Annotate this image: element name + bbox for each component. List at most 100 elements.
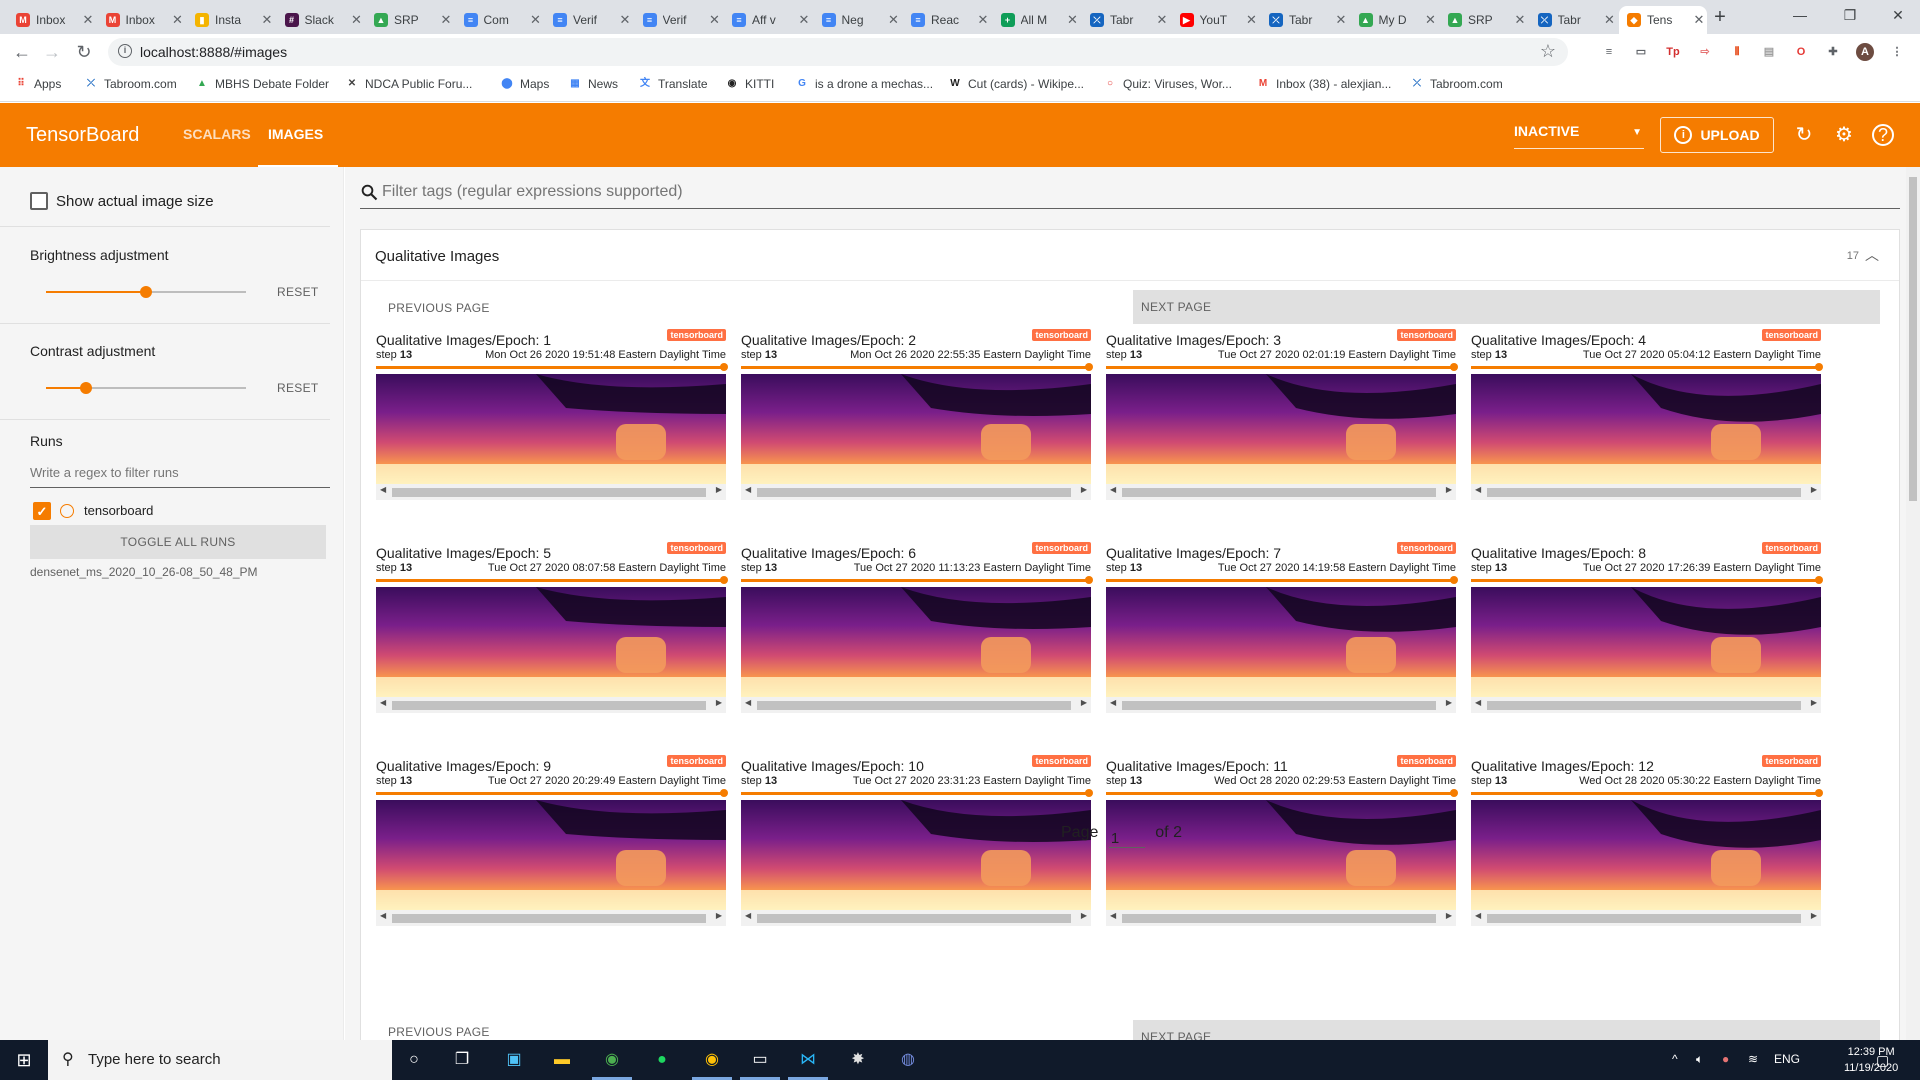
tab-close-icon[interactable]: ✕ — [1244, 12, 1260, 28]
image-horizontal-scrollbar[interactable]: ◀ ▶ — [741, 484, 1091, 500]
step-slider[interactable] — [1106, 363, 1458, 371]
volume-icon[interactable]: 🔈︎ — [1696, 1052, 1703, 1067]
image-horizontal-scrollbar[interactable]: ◀ ▶ — [1106, 910, 1456, 926]
tab-close-icon[interactable]: ✕ — [886, 12, 902, 28]
browser-tab[interactable]: ≡ Verif ✕ — [545, 6, 633, 34]
scroll-right-icon[interactable]: ▶ — [1081, 698, 1087, 707]
extensions-puzzle-icon[interactable]: ✚ — [1824, 43, 1842, 61]
store-icon[interactable]: ▣ — [502, 1048, 526, 1072]
scrollbar-thumb[interactable] — [757, 701, 1071, 710]
scrollbar-thumb[interactable] — [1122, 914, 1436, 923]
cortana-icon[interactable]: ○ — [402, 1048, 426, 1072]
bookmark-item[interactable]: ○ Quiz: Viruses, Wor... — [1103, 77, 1232, 91]
scroll-left-icon[interactable]: ◀ — [1475, 698, 1481, 707]
tab-close-icon[interactable]: ✕ — [707, 12, 723, 28]
browser-tab[interactable]: ≡ Neg ✕ — [814, 6, 902, 34]
step-slider[interactable] — [1106, 789, 1458, 797]
reading-list-icon[interactable]: ≡ — [1600, 43, 1618, 61]
browser-tab[interactable]: ⤫ Tabr ✕ — [1530, 6, 1618, 34]
step-slider-thumb[interactable] — [1450, 363, 1458, 371]
scroll-right-icon[interactable]: ▶ — [1811, 485, 1817, 494]
show-actual-size-checkbox[interactable] — [30, 192, 48, 210]
browser-tab[interactable]: ≡ Verif ✕ — [635, 6, 723, 34]
image-horizontal-scrollbar[interactable]: ◀ ▶ — [1106, 484, 1456, 500]
bookmark-item[interactable]: ⤫ Tabroom.com — [1410, 77, 1503, 91]
tag-filter-input[interactable]: Filter tags (regular expressions support… — [360, 183, 1900, 209]
bookmark-item[interactable]: ▲ MBHS Debate Folder — [195, 77, 329, 91]
browser-tab[interactable]: ⤫ Tabr ✕ — [1261, 6, 1349, 34]
file-explorer-icon[interactable]: ▬ — [550, 1048, 574, 1072]
browser-tab[interactable]: M Inbox ✕ — [98, 6, 186, 34]
brightness-slider-thumb[interactable] — [140, 286, 152, 298]
step-slider[interactable] — [1471, 363, 1823, 371]
image-horizontal-scrollbar[interactable]: ◀ ▶ — [376, 484, 726, 500]
tab-close-icon[interactable]: ✕ — [80, 12, 96, 28]
scroll-left-icon[interactable]: ◀ — [380, 485, 386, 494]
browser-tab[interactable]: ▶ YouT ✕ — [1172, 6, 1260, 34]
chrome-menu-icon[interactable]: ⋮ — [1888, 43, 1906, 61]
spider-icon[interactable]: ✸ — [846, 1048, 870, 1072]
contrast-reset-button[interactable]: RESET — [277, 381, 319, 395]
scroll-left-icon[interactable]: ◀ — [1110, 698, 1116, 707]
step-slider-thumb[interactable] — [1085, 576, 1093, 584]
tp-extension-icon[interactable]: Tp — [1664, 43, 1682, 61]
scrollbar-thumb[interactable] — [757, 914, 1071, 923]
wifi-icon[interactable]: ≋ — [1748, 1052, 1758, 1066]
scroll-right-icon[interactable]: ▶ — [716, 485, 722, 494]
upload-button[interactable]: i UPLOAD — [1660, 117, 1774, 153]
scroll-right-icon[interactable]: ▶ — [1446, 698, 1452, 707]
tab-close-icon[interactable]: ✕ — [1602, 12, 1618, 28]
scroll-left-icon[interactable]: ◀ — [745, 698, 751, 707]
inactive-plugins-dropdown[interactable]: INACTIVE ▼ — [1514, 123, 1644, 149]
step-slider[interactable] — [1471, 789, 1823, 797]
vscode-icon[interactable]: ⋈ — [796, 1048, 820, 1072]
image-horizontal-scrollbar[interactable]: ◀ ▶ — [1471, 910, 1821, 926]
scroll-right-icon[interactable]: ▶ — [1081, 485, 1087, 494]
bookmark-item[interactable]: ▦ News — [568, 77, 618, 91]
scroll-left-icon[interactable]: ◀ — [380, 911, 386, 920]
step-slider[interactable] — [741, 576, 1093, 584]
scroll-right-icon[interactable]: ▶ — [1446, 485, 1452, 494]
tab-scalars[interactable]: SCALARS — [183, 126, 251, 142]
scroll-right-icon[interactable]: ▶ — [1081, 911, 1087, 920]
tab-close-icon[interactable]: ✕ — [349, 12, 365, 28]
previous-page-button[interactable]: PREVIOUS PAGE — [388, 301, 490, 315]
scroll-left-icon[interactable]: ◀ — [1110, 911, 1116, 920]
chrome-icon-2[interactable]: ◉ — [700, 1048, 724, 1072]
next-page-button[interactable]: NEXT PAGE — [1133, 290, 1880, 324]
bookmark-item[interactable]: 文 Translate — [638, 77, 708, 91]
step-slider[interactable] — [376, 576, 728, 584]
step-slider[interactable] — [1106, 576, 1458, 584]
next-page-button-bottom[interactable]: NEXT PAGE — [1133, 1020, 1880, 1040]
extension-gray-icon[interactable]: ▤ — [1760, 43, 1778, 61]
help-icon[interactable]: ? — [1872, 124, 1894, 146]
back-icon[interactable]: ← — [10, 40, 34, 64]
image-horizontal-scrollbar[interactable]: ◀ ▶ — [376, 910, 726, 926]
image-horizontal-scrollbar[interactable]: ◀ ▶ — [741, 697, 1091, 713]
scroll-left-icon[interactable]: ◀ — [1110, 485, 1116, 494]
scroll-left-icon[interactable]: ◀ — [1475, 911, 1481, 920]
windows-start-icon[interactable]: ⊞ — [12, 1048, 36, 1072]
image-horizontal-scrollbar[interactable]: ◀ ▶ — [376, 697, 726, 713]
profile-avatar[interactable]: A — [1856, 43, 1874, 61]
browser-tab[interactable]: ▮ Insta ✕ — [187, 6, 275, 34]
new-tab-button[interactable]: + — [1708, 6, 1732, 29]
opera-icon[interactable]: O — [1792, 43, 1810, 61]
taskbar-search-box[interactable]: ⚲ Type here to search — [48, 1040, 392, 1080]
scrollbar-thumb[interactable] — [1909, 177, 1917, 501]
scrollbar-thumb[interactable] — [757, 488, 1071, 497]
browser-tab[interactable]: M Inbox ✕ — [8, 6, 96, 34]
scrollbar-thumb[interactable] — [1122, 488, 1436, 497]
step-slider-thumb[interactable] — [1085, 789, 1093, 797]
scroll-right-icon[interactable]: ▶ — [716, 911, 722, 920]
task-view-icon[interactable]: ❐ — [450, 1048, 474, 1072]
bookmark-item[interactable]: ⠿ Apps — [14, 77, 61, 91]
refresh-icon[interactable]: ↻ — [1792, 123, 1816, 147]
step-slider-thumb[interactable] — [1815, 363, 1823, 371]
scrollbar-thumb[interactable] — [392, 488, 706, 497]
contrast-slider-thumb[interactable] — [80, 382, 92, 394]
address-bar[interactable]: i localhost:8888/#images ☆ — [108, 38, 1568, 66]
scroll-right-icon[interactable]: ▶ — [1811, 698, 1817, 707]
tab-close-icon[interactable]: ✕ — [528, 12, 544, 28]
bookmark-item[interactable]: Gis a drone a mechas... — [795, 77, 933, 91]
